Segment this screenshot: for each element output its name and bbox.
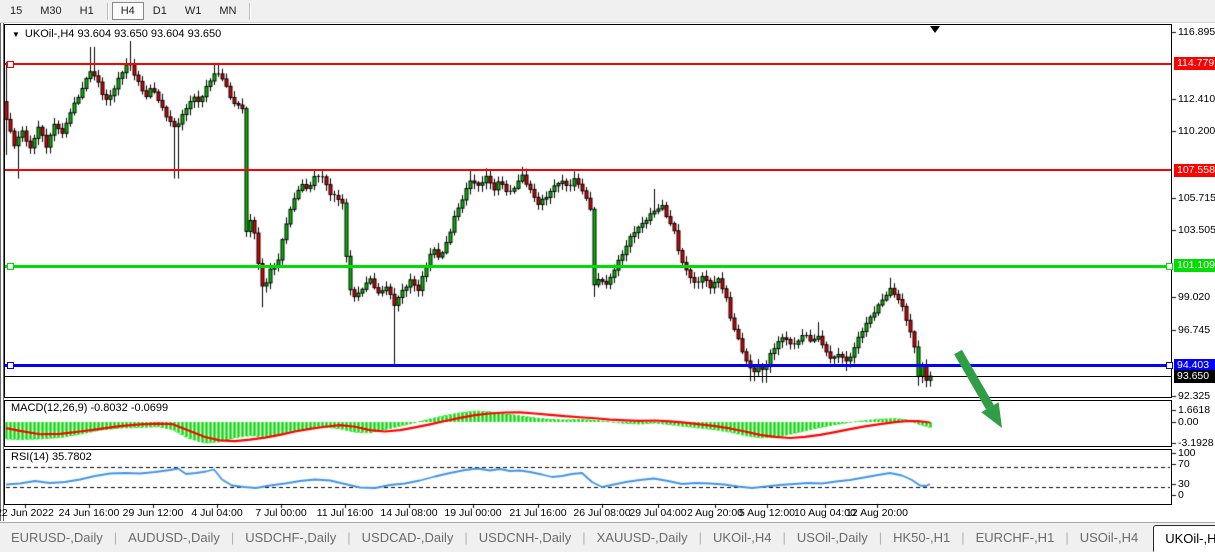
time-axis-label: 4 Jul 04:00 bbox=[191, 507, 242, 519]
symbol-tab-usdcnh-daily[interactable]: USDCNH-,Daily bbox=[468, 530, 582, 545]
macd-label: MACD(12,26,9) -0.8032 -0.0699 bbox=[11, 402, 168, 414]
price-tick-label: 110.200 bbox=[1178, 125, 1215, 137]
price-tick-label: 116.895 bbox=[1178, 26, 1215, 38]
chart-shift-marker-icon[interactable] bbox=[930, 26, 940, 33]
support-line-101.109[interactable] bbox=[5, 265, 1171, 268]
time-axis-label: 21 Jul 16:00 bbox=[509, 507, 566, 519]
time-axis-label: 24 Jun 16:00 bbox=[59, 507, 120, 519]
trading-terminal-window: 15M30H1H4D1W1MN ▼UKOil-,H4 93.604 93.650… bbox=[0, 0, 1215, 552]
line-anchor-handle[interactable] bbox=[1166, 263, 1173, 270]
time-axis-label: 12 Aug 20:00 bbox=[846, 507, 908, 519]
symbol-tab-eurusd-daily[interactable]: EURUSD-,Daily bbox=[0, 530, 114, 545]
time-axis-label: 11 Jul 16:00 bbox=[317, 507, 373, 519]
time-axis-label: 29 Jul 04:00 bbox=[629, 507, 686, 519]
time-axis-label: 5 Aug 12:00 bbox=[739, 507, 795, 519]
chart-title-text: UKOil-,H4 93.604 93.650 93.604 93.650 bbox=[25, 28, 221, 40]
symbol-tab-usdchf-daily[interactable]: USDCHF-,Daily bbox=[234, 530, 347, 545]
price-badge-101.109: 101.109 bbox=[1174, 259, 1215, 272]
time-axis-label: 22 Jun 2022 bbox=[0, 507, 54, 519]
time-axis-label: 29 Jun 12:00 bbox=[123, 507, 184, 519]
trend-arrow-annotation[interactable] bbox=[938, 332, 1022, 448]
rsi-axis-label: 0 bbox=[1178, 489, 1184, 501]
symbol-tabbar: EURUSD-,Daily|AUDUSD-,Daily|USDCHF-,Dail… bbox=[0, 522, 1215, 552]
resistance-line-114.779[interactable] bbox=[5, 63, 1171, 65]
symbol-tab-ukoil-h4[interactable]: UKOil-,H4 bbox=[1153, 525, 1215, 552]
price-tick-label: 112.410 bbox=[1178, 93, 1215, 105]
chart-dropdown-icon[interactable]: ▼ bbox=[12, 30, 20, 39]
resistance-line-107.558[interactable] bbox=[5, 169, 1171, 171]
time-axis-label: 19 Jul 00:00 bbox=[444, 507, 501, 519]
price-tick-label: 96.745 bbox=[1178, 324, 1210, 336]
rsi-panel[interactable] bbox=[4, 449, 1172, 505]
symbol-tab-ukoil-h4[interactable]: UKOil-,H4 bbox=[702, 530, 783, 545]
line-anchor-handle[interactable] bbox=[7, 263, 14, 270]
time-axis-label: 14 Jul 08:00 bbox=[380, 507, 437, 519]
symbol-tab-usoil-daily[interactable]: USOil-,Daily bbox=[786, 530, 879, 545]
symbol-tab-hk50-h1[interactable]: HK50-,H1 bbox=[882, 530, 961, 545]
price-tick-label: 105.715 bbox=[1178, 192, 1215, 204]
symbol-tab-eurchf-h1[interactable]: EURCHF-,H1 bbox=[965, 530, 1066, 545]
price-tick-label: 103.505 bbox=[1178, 224, 1215, 236]
price-tick-label: 99.020 bbox=[1178, 291, 1210, 303]
rsi-label: RSI(14) 35.7802 bbox=[11, 451, 92, 463]
line-anchor-handle[interactable] bbox=[7, 362, 14, 369]
time-axis-label: 7 Jul 00:00 bbox=[255, 507, 306, 519]
price-tick-label: 92.325 bbox=[1178, 390, 1210, 402]
rsi-axis-label: 70 bbox=[1178, 458, 1190, 470]
time-axis-label: 26 Jul 08:00 bbox=[573, 507, 630, 519]
symbol-tab-audusd-daily[interactable]: AUDUSD-,Daily bbox=[117, 530, 231, 545]
time-axis-label: 2 Aug 20:00 bbox=[687, 507, 743, 519]
symbol-tabs: EURUSD-,Daily|AUDUSD-,Daily|USDCHF-,Dail… bbox=[0, 525, 1215, 550]
symbol-tab-xauusd-daily[interactable]: XAUUSD-,Daily bbox=[586, 530, 699, 545]
line-anchor-handle[interactable] bbox=[7, 61, 14, 68]
line-anchor-handle[interactable] bbox=[1166, 362, 1173, 369]
chart-title: ▼ UKOil-,H4 93.604 93.650 93.604 93.650 bbox=[12, 28, 221, 40]
symbol-tab-usoil-h4[interactable]: USOil-,H4 bbox=[1069, 530, 1150, 545]
price-badge-107.558: 107.558 bbox=[1174, 164, 1215, 177]
macd-axis-label: 1.6618 bbox=[1178, 404, 1210, 416]
price-badge-114.779: 114.779 bbox=[1174, 57, 1215, 70]
price-badge-93.650: 93.650 bbox=[1174, 370, 1215, 383]
macd-axis-label: 0.00 bbox=[1178, 416, 1198, 428]
symbol-tab-usdcad-daily[interactable]: USDCAD-,Daily bbox=[351, 530, 465, 545]
